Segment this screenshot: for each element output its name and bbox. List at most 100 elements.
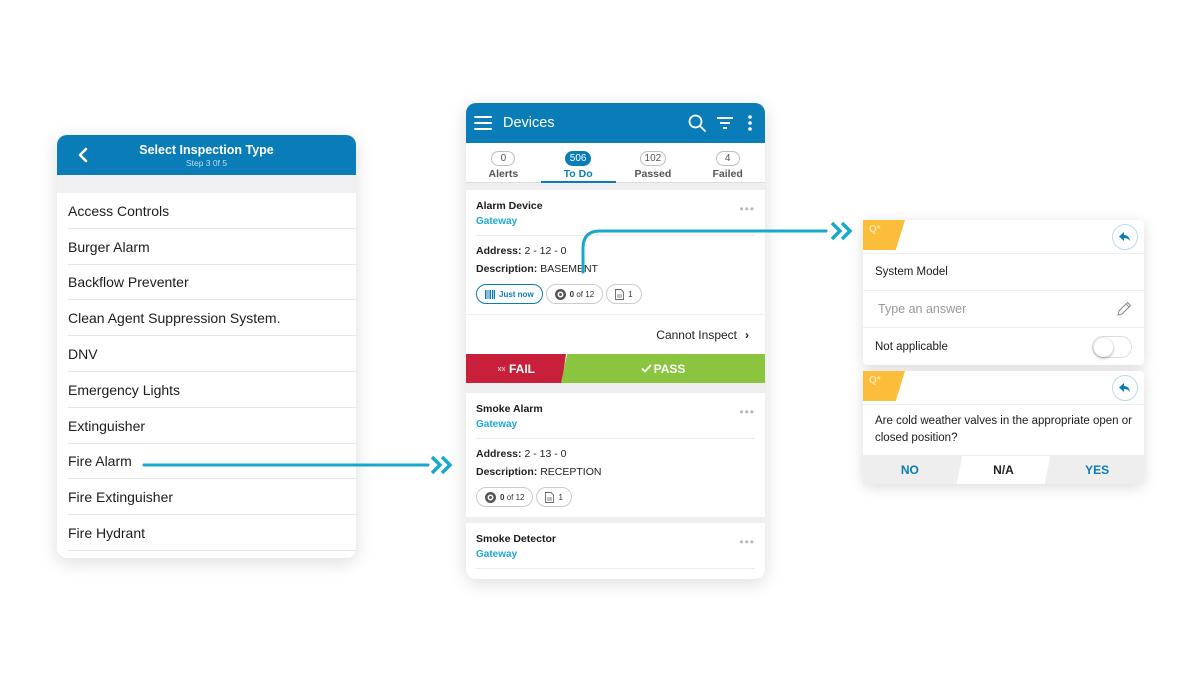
tab-failed[interactable]: 4 Failed [690,143,765,182]
answer-na-button[interactable]: N/A [956,456,1051,484]
cannot-inspect-label: Cannot Inspect [656,327,737,342]
hamburger-menu-icon[interactable] [474,116,492,130]
more-horizontal-icon[interactable]: ••• [739,536,755,548]
list-item-extinguisher[interactable]: Extinguisher [57,408,356,444]
divider [476,438,755,439]
inspection-type-header: Select Inspection Type Step 3 0f 5 [57,135,356,175]
back-button[interactable] [75,145,93,165]
device-gateway[interactable]: Gateway [476,549,755,560]
inspection-type-list: Access Controls Burger Alarm Backflow Pr… [57,193,356,551]
list-item-fire-alarm[interactable]: Fire Alarm [57,444,356,480]
device-gateway[interactable]: Gateway [476,216,755,227]
more-horizontal-icon[interactable]: ••• [739,203,755,215]
device-title: Alarm Device [476,200,543,212]
filter-icon[interactable] [715,113,735,133]
document-icon [615,288,625,300]
questions-chip[interactable]: 0 of 12 [545,284,604,304]
more-vertical-icon[interactable] [743,113,757,133]
description-label: Description: [476,263,538,275]
device-card[interactable]: Alarm Device Gateway ••• Address: 2 - 12… [466,190,765,383]
reply-arrow-icon [1119,383,1130,392]
tab-label: Failed [712,168,743,180]
device-chips: 0 of 12 1 [476,487,755,517]
check-icon [640,364,652,373]
device-card[interactable]: Smoke Alarm Gateway ••• Address: 2 - 13 … [466,393,765,517]
scan-chip-label: Just now [499,289,534,299]
tab-count: 506 [564,151,592,166]
list-item-burger-alarm[interactable]: Burger Alarm [57,229,356,265]
tab-count: 4 [715,151,740,166]
address-value: 2 - 12 - 0 [524,245,567,257]
list-item-dnv[interactable]: DNV [57,336,356,372]
answer-yes-button[interactable]: YES [1050,456,1144,484]
list-item-backflow-preventer[interactable]: Backflow Preventer [57,265,356,301]
devices-panel: Devices 0 Alerts 506 To Do 102 Passed 4 … [466,103,765,579]
device-description: Description: RECEPTION [476,466,755,478]
tab-count: 102 [639,151,667,166]
cannot-inspect-button[interactable]: Cannot Inspect › [466,314,765,354]
barcode-icon [485,289,495,299]
device-address: Address: 2 - 13 - 0 [476,448,755,460]
documents-chip[interactable]: 1 [606,284,642,304]
step-indicator: Step 3 0f 5 [185,158,228,168]
documents-count: 1 [628,289,633,299]
fail-button[interactable]: FAIL [466,354,566,383]
tab-alerts[interactable]: 0 Alerts [466,143,541,182]
questions-chip[interactable]: 0 of 12 [476,487,534,507]
not-applicable-label: Not applicable [875,340,948,353]
toggle-knob [1094,337,1113,357]
list-item-emergency-lights[interactable]: Emergency Lights [57,372,356,408]
devices-title: Devices [503,115,555,131]
more-horizontal-icon[interactable]: ••• [739,406,755,418]
address-value: 2 - 13 - 0 [524,448,567,460]
device-card[interactable]: Smoke Detector Gateway ••• [466,523,765,579]
tab-label: Passed [634,168,672,180]
divider [476,568,755,569]
device-chips: Just now 0 of 12 1 [476,284,755,314]
not-applicable-toggle[interactable] [1092,335,1132,358]
list-item-access-controls[interactable]: Access Controls [57,193,356,229]
device-gateway[interactable]: Gateway [476,419,755,430]
scan-chip[interactable]: Just now [476,284,543,304]
status-tabs: 0 Alerts 506 To Do 102 Passed 4 Failed [466,143,765,183]
list-item-clean-agent[interactable]: Clean Agent Suppression System. [57,300,356,336]
required-question-flag: Q* [863,220,905,250]
document-icon [545,491,555,503]
tab-label: To Do [563,168,593,180]
page-title: Select Inspection Type [139,143,274,157]
device-title: Smoke Detector [476,533,556,545]
tab-passed[interactable]: 102 Passed [616,143,691,182]
undo-button[interactable] [1112,375,1138,401]
inspection-type-panel: Select Inspection Type Step 3 0f 5 Acces… [57,135,356,558]
pass-button[interactable]: PASS [561,354,765,383]
address-label: Address: [476,448,522,460]
answer-input[interactable]: Type an answer [863,291,1144,328]
question-header: Q* [863,371,1144,405]
device-address: Address: 2 - 12 - 0 [476,245,755,257]
question-header: Q* [863,220,1144,254]
tab-to-do[interactable]: 506 To Do [540,143,616,183]
question-progress-icon [554,288,566,300]
address-label: Address: [476,245,522,257]
chevron-right-icon: › [745,327,749,342]
question-card: Q* Are cold weather valves in the approp… [863,371,1144,484]
pass-fail-bar: FAIL PASS [466,354,765,383]
list-item-fire-extinguisher[interactable]: Fire Extinguisher [57,479,356,515]
fail-label: FAIL [509,361,535,376]
questions-total: of 12 [576,289,595,299]
documents-chip[interactable]: 1 [536,487,572,507]
description-label: Description: [476,466,538,478]
divider [476,235,755,236]
documents-count: 1 [558,492,563,502]
question-card: Q* System Model Type an answer Not appli… [863,220,1144,365]
question-progress-icon [485,491,496,503]
answer-no-button[interactable]: NO [863,456,957,484]
answer-placeholder: Type an answer [878,302,967,316]
description-value: RECEPTION [540,466,602,478]
question-prompt: Are cold weather valves in the appropria… [863,405,1144,456]
undo-button[interactable] [1112,224,1138,250]
search-icon[interactable] [687,113,707,133]
list-item-fire-hydrant[interactable]: Fire Hydrant [57,515,356,551]
questions-total: of 12 [506,492,525,502]
reply-arrow-icon [1119,232,1130,241]
